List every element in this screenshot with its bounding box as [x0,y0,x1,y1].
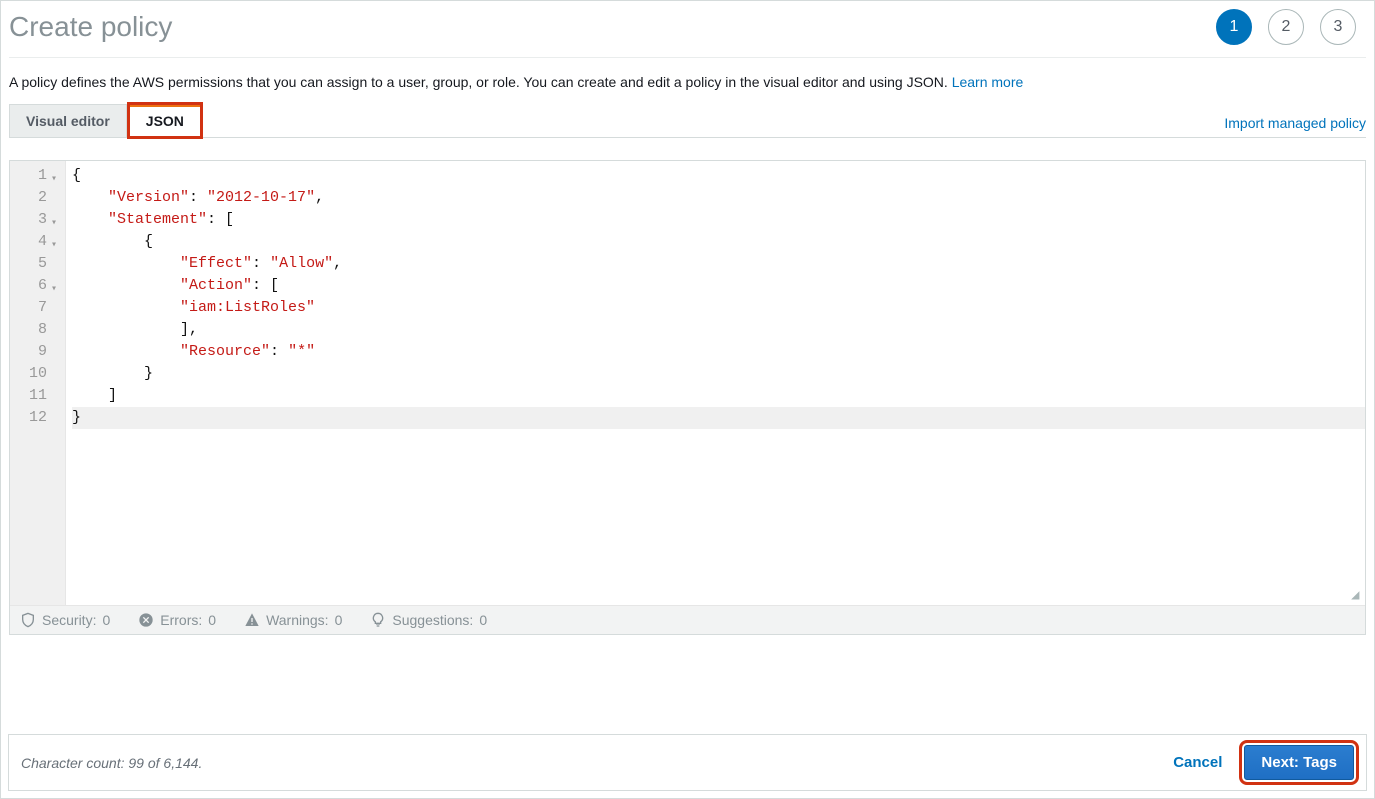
wizard-steps: 123 [1216,9,1356,45]
editor-gutter: 1▾23▾4▾56▾789101112 [10,161,66,605]
tabs: Visual editorJSON [9,104,203,137]
tabs-row: Visual editorJSON Import managed policy [9,104,1366,138]
status-suggestions-label: Suggestions: [392,612,473,628]
footer-actions: Cancel Next: Tags [1163,745,1354,780]
warning-icon [244,612,260,628]
footer-bar: Character count: 99 of 6,144. Cancel Nex… [8,734,1367,791]
resize-handle-icon[interactable]: ◢ [1351,591,1363,603]
error-icon [138,612,154,628]
status-security-label: Security: [42,612,96,628]
tab-json[interactable]: JSON [129,104,201,137]
status-errors-label: Errors: [160,612,202,628]
page-header: Create policy 123 [9,9,1366,58]
cancel-button[interactable]: Cancel [1163,748,1232,777]
tab-visual-editor[interactable]: Visual editor [9,104,127,137]
status-suggestions-count: 0 [479,612,487,628]
page-title: Create policy [9,11,172,43]
wizard-step-2[interactable]: 2 [1268,9,1304,45]
learn-more-link[interactable]: Learn more [952,74,1024,90]
status-errors[interactable]: Errors: 0 [138,612,216,628]
wizard-step-3[interactable]: 3 [1320,9,1356,45]
status-warnings-count: 0 [335,612,343,628]
shield-icon [20,612,36,628]
editor-code[interactable]: { "Version": "2012-10-17", "Statement": … [66,161,1365,605]
wizard-step-1[interactable]: 1 [1216,9,1252,45]
next-tags-button[interactable]: Next: Tags [1244,745,1354,780]
character-count: Character count: 99 of 6,144. [21,755,202,771]
import-managed-policy-link[interactable]: Import managed policy [1224,109,1366,137]
status-suggestions[interactable]: Suggestions: 0 [370,612,487,628]
status-warnings-label: Warnings: [266,612,329,628]
status-warnings[interactable]: Warnings: 0 [244,612,342,628]
intro-text: A policy defines the AWS permissions tha… [9,74,1366,90]
intro-body: A policy defines the AWS permissions tha… [9,74,952,90]
lightbulb-icon [370,612,386,628]
status-errors-count: 0 [208,612,216,628]
status-security[interactable]: Security: 0 [20,612,110,628]
status-security-count: 0 [102,612,110,628]
editor-status-bar: Security: 0 Errors: 0 Warnings: 0 Sugges… [10,605,1365,634]
json-editor[interactable]: 1▾23▾4▾56▾789101112 { "Version": "2012-1… [9,160,1366,635]
